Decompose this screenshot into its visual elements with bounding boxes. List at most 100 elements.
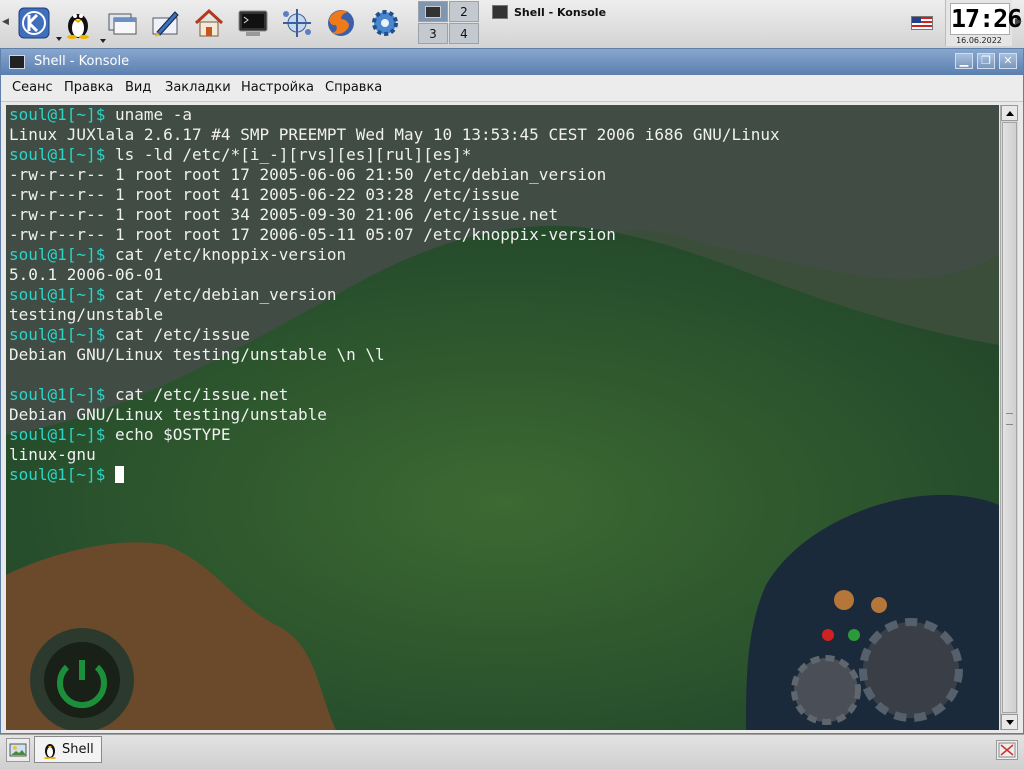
terminal-line: -rw-r--r-- 1 root root 41 2005-06-22 03:…: [9, 185, 780, 205]
shell-prompt: soul@1[~]$: [9, 145, 115, 164]
settings-gear-icon: [372, 10, 398, 36]
arrow-down-icon: [1005, 719, 1014, 725]
konsole-thumbnail-icon: [425, 5, 441, 18]
menu-view[interactable]: Вид: [125, 80, 151, 95]
command-text: uname -a: [114, 105, 193, 124]
clock[interactable]: 17:26 16.06.2022: [945, 0, 1022, 46]
panel-scroll-right-icon[interactable]: ▶: [1015, 17, 1022, 27]
terminal-line: 5.0.1 2006-06-01: [9, 265, 780, 285]
command-text: cat /etc/debian_version: [114, 285, 337, 304]
terminal-line: soul@1[~]$: [9, 465, 780, 485]
shell-prompt: soul@1[~]$: [9, 385, 115, 404]
terminal-line: linux-gnu: [9, 445, 780, 465]
kde-menu-button[interactable]: [14, 3, 62, 43]
desktop-pager: 2 3 4: [418, 1, 479, 45]
shell-prompt: soul@1[~]$: [9, 285, 115, 304]
scroll-down-button[interactable]: [1001, 714, 1018, 730]
tux-launcher[interactable]: [58, 3, 98, 43]
output-text: -rw-r--r-- 1 root root 41 2005-06-22 03:…: [9, 185, 520, 204]
clock-date: 16.06.2022: [956, 36, 1002, 45]
desktop-4-button[interactable]: 4: [449, 23, 479, 44]
shell-prompt: soul@1[~]$: [9, 325, 115, 344]
task-label: Shell: [62, 742, 94, 757]
taskbar-active-window[interactable]: Shell - Konsole: [492, 3, 606, 21]
desktop-1-button[interactable]: [418, 1, 448, 22]
menu-edit[interactable]: Правка: [64, 80, 113, 95]
task-button-shell[interactable]: Shell: [34, 736, 102, 763]
konsole-icon: [238, 10, 268, 36]
terminal-line: soul@1[~]$ cat /etc/knoppix-version: [9, 245, 780, 265]
terminal-line: testing/unstable: [9, 305, 780, 325]
menu-bookmarks[interactable]: Закладки: [165, 80, 231, 95]
kde-menu-icon: [18, 7, 50, 39]
terminal-output: soul@1[~]$ uname -a Linux JUXlala 2.6.17 …: [9, 105, 780, 485]
window-titlebar[interactable]: Shell - Konsole ▁ ❐ ✕: [1, 49, 1023, 75]
terminal-line: Debian GNU/Linux testing/unstable \n \l: [9, 345, 780, 365]
command-text: ls -ld /etc/*[i_-][rvs][es][rul][es]*: [114, 145, 472, 164]
menu-bar: Сеанс Правка Вид Закладки Настройка Спра…: [1, 75, 1023, 102]
output-text: linux-gnu: [9, 445, 96, 464]
konsole-launcher[interactable]: [233, 3, 273, 43]
show-desktop-button[interactable]: [6, 738, 30, 762]
menu-session[interactable]: Сеанс: [12, 80, 53, 95]
network-icon: [283, 9, 311, 37]
close-button[interactable]: ✕: [999, 53, 1017, 69]
desktop-2-button[interactable]: 2: [449, 1, 479, 22]
output-text: 5.0.1 2006-06-01: [9, 265, 164, 284]
terminal-line: soul@1[~]$ ls -ld /etc/*[i_-][rvs][es][r…: [9, 145, 780, 165]
terminal-line: -rw-r--r-- 1 root root 17 2005-06-06 21:…: [9, 165, 780, 185]
settings-launcher[interactable]: [365, 3, 405, 43]
close-icon: ✕: [1003, 54, 1013, 67]
shell-prompt: soul@1[~]$: [9, 465, 115, 484]
show-desktop-icon: [9, 743, 27, 757]
menu-settings[interactable]: Настройка: [241, 80, 314, 95]
terminal-line: -rw-r--r-- 1 root root 17 2006-05-11 05:…: [9, 225, 780, 245]
network-launcher[interactable]: [277, 3, 317, 43]
top-panel: ◀ 2 3 4 Shell - Konsole 17:26 16.06.2022…: [0, 0, 1024, 49]
terminal-area[interactable]: soul@1[~]$ uname -a Linux JUXlala 2.6.17 …: [6, 105, 999, 730]
terminal-line: Debian GNU/Linux testing/unstable: [9, 405, 780, 425]
terminal-line: soul@1[~]$ cat /etc/issue: [9, 325, 780, 345]
bottom-taskbar: Shell: [0, 734, 1024, 769]
shell-prompt: soul@1[~]$: [9, 105, 115, 124]
konsole-icon: [9, 55, 25, 69]
command-text: cat /etc/issue: [114, 325, 250, 344]
window-title: Shell - Konsole: [34, 54, 130, 69]
us-flag-icon[interactable]: [911, 16, 933, 30]
window-list-icon: [108, 13, 137, 35]
terminal-scrollbar[interactable]: [1000, 105, 1018, 730]
tux-icon: [44, 743, 56, 759]
maximize-button[interactable]: ❐: [977, 53, 995, 69]
tray-close-icon: [998, 742, 1016, 758]
home-launcher[interactable]: [189, 3, 229, 43]
firefox-launcher[interactable]: [321, 3, 361, 43]
text-cursor: [114, 466, 124, 483]
desktop-3-button[interactable]: 3: [418, 23, 448, 44]
terminal-line: Linux JUXlala 2.6.17 #4 SMP PREEMPT Wed …: [9, 125, 780, 145]
shell-prompt: soul@1[~]$: [9, 245, 115, 264]
shell-prompt: soul@1[~]$: [9, 425, 115, 444]
maximize-icon: ❐: [981, 54, 991, 67]
kate-editor-icon: [152, 11, 179, 37]
panel-scroll-left-icon[interactable]: ◀: [2, 17, 9, 27]
tray-button[interactable]: [996, 740, 1018, 760]
output-text: Linux JUXlala 2.6.17 #4 SMP PREEMPT Wed …: [9, 125, 780, 144]
terminal-line: soul@1[~]$ cat /etc/debian_version: [9, 285, 780, 305]
menu-help[interactable]: Справка: [325, 80, 382, 95]
minimize-button[interactable]: ▁: [955, 53, 973, 69]
tux-icon: [67, 14, 89, 39]
terminal-line: soul@1[~]$ echo $OSTYPE: [9, 425, 780, 445]
window-list-launcher[interactable]: [102, 3, 142, 43]
konsole-window: Shell - Konsole ▁ ❐ ✕ Сеанс Правка Вид З…: [0, 48, 1024, 734]
scroll-up-button[interactable]: [1001, 105, 1018, 121]
output-text: Debian GNU/Linux testing/unstable: [9, 405, 327, 424]
terminal-line: soul@1[~]$ cat /etc/issue.net: [9, 385, 780, 405]
active-window-title: Shell - Konsole: [514, 5, 607, 19]
terminal-line: -rw-r--r-- 1 root root 34 2005-09-30 21:…: [9, 205, 780, 225]
scrollbar-thumb[interactable]: [1002, 122, 1017, 713]
output-text: -rw-r--r-- 1 root root 34 2005-09-30 21:…: [9, 205, 559, 224]
konsole-icon: [492, 5, 508, 19]
clock-time: 17:26: [950, 3, 1022, 35]
kate-editor-launcher[interactable]: [146, 3, 186, 43]
